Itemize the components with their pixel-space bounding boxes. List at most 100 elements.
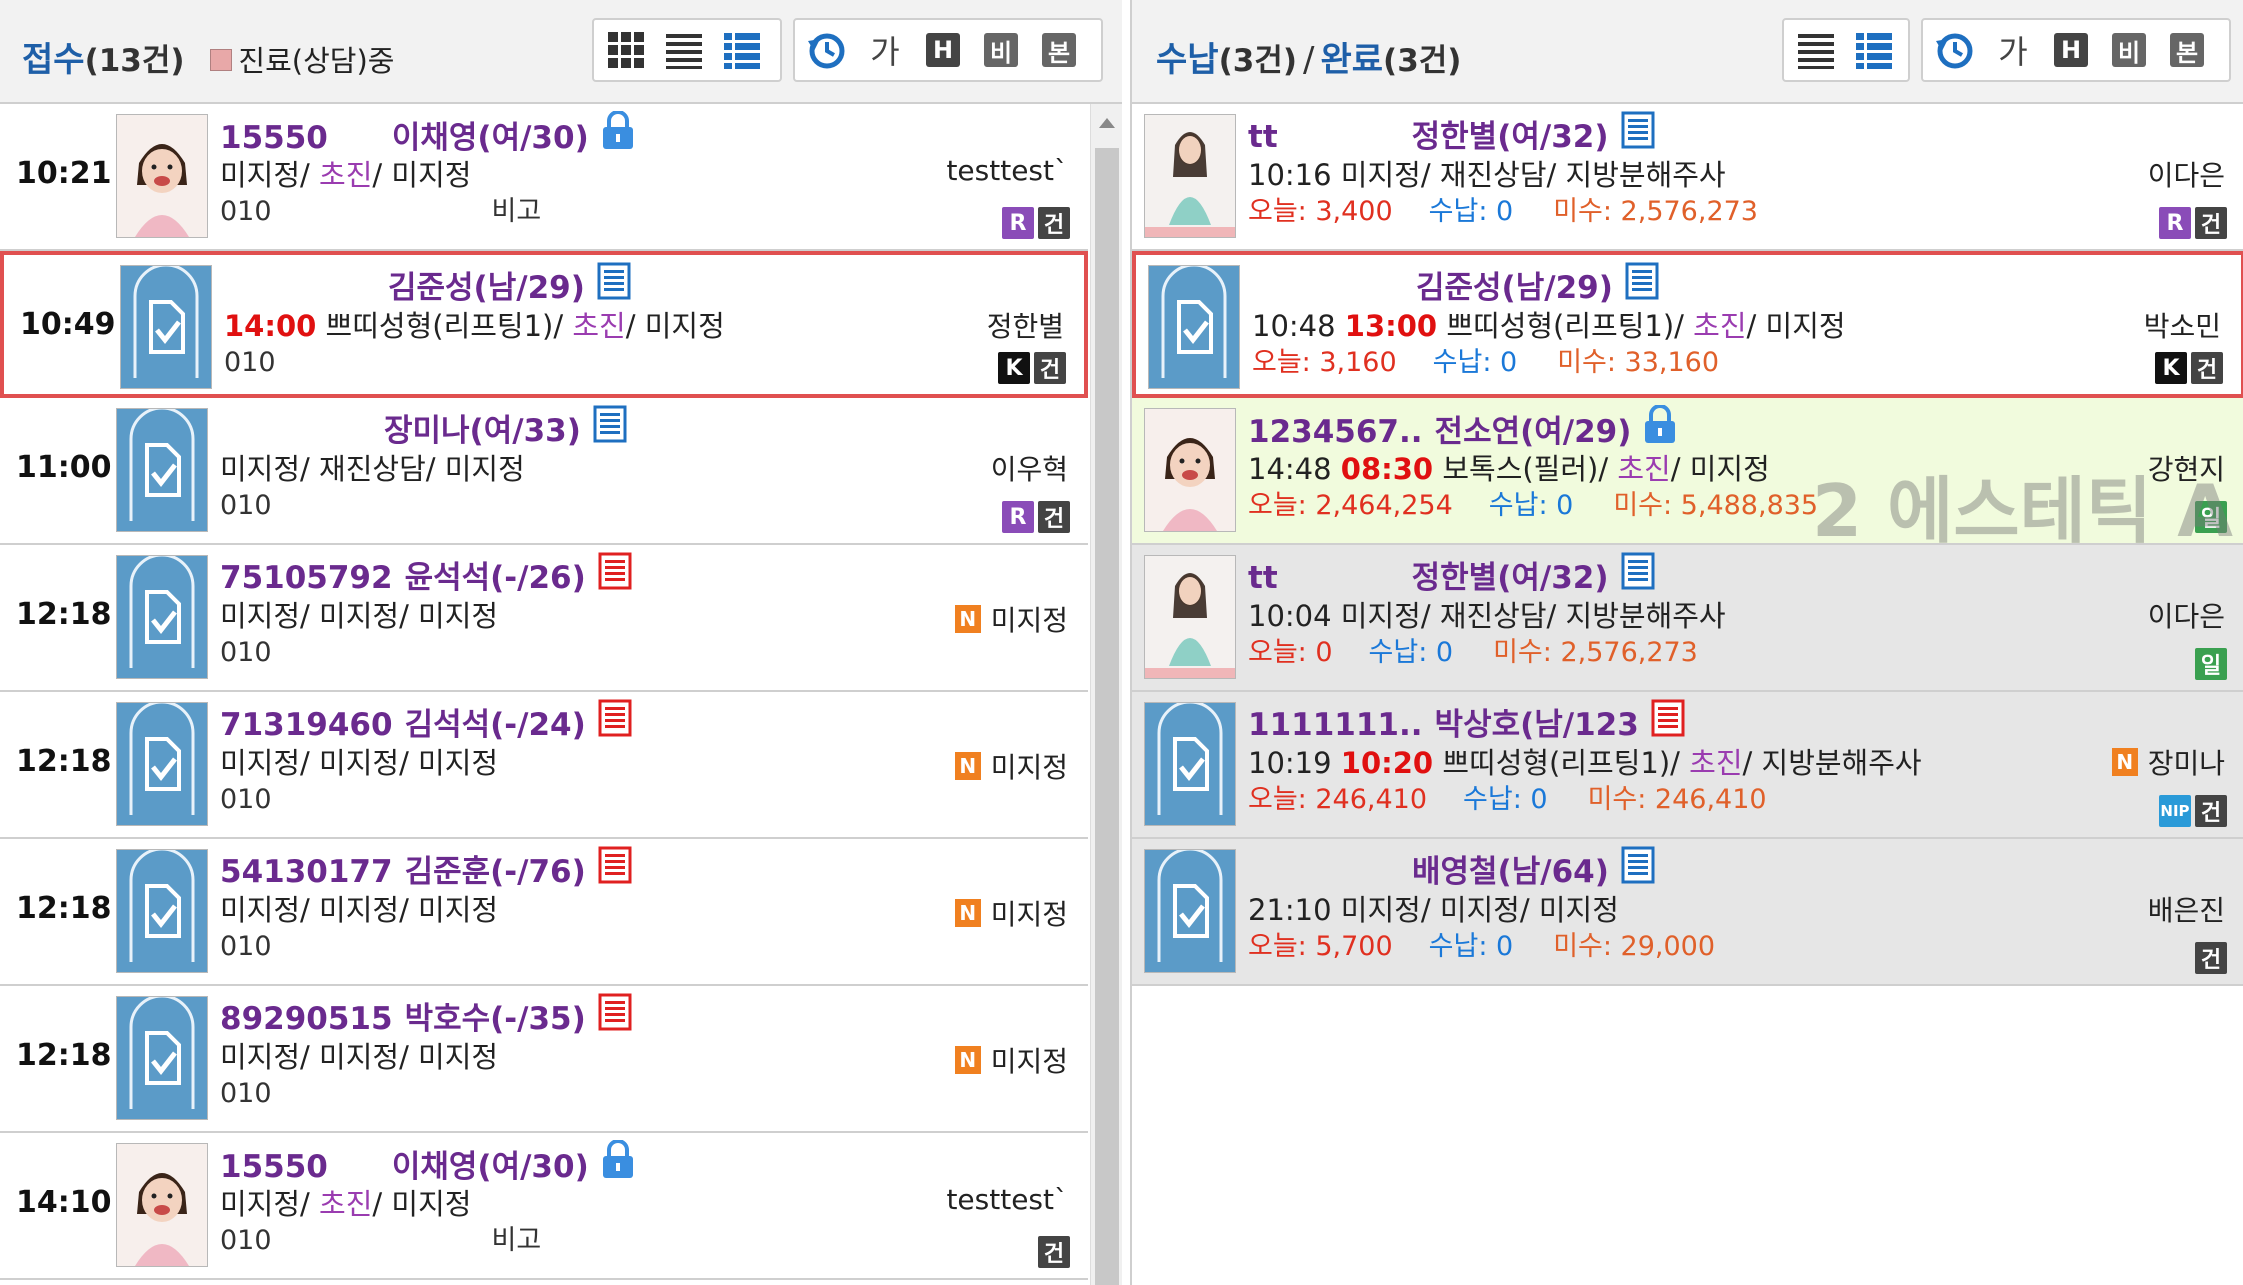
default-document-avatar-icon: [121, 266, 211, 388]
patient-avatar[interactable]: [116, 996, 208, 1120]
patient-avatar[interactable]: [1148, 265, 1240, 389]
reception-row[interactable]: 12:18 71319460 김석석(-/24) 미지정/ 미지정/ 미지정 010 N 미…: [0, 692, 1088, 839]
kakao-badge[interactable]: K: [2155, 352, 2187, 384]
row-content: 1111111.. 박상호(남/123 10:19 10:20 쁘띠성형(리프팅1)…: [1248, 699, 1922, 818]
row-content: 1234567.. 전소연(여/29) 14:48 08:30 보톡스(필러)/ 초…: [1248, 404, 1818, 524]
gun-badge[interactable]: 건: [1038, 1236, 1070, 1268]
payment-row[interactable]: 김준성(남/29) 10:48 13:00 쁘띠성형(리프팅1)/ 초진/ 미지정…: [1132, 251, 2243, 398]
default-document-avatar-icon: [117, 850, 207, 972]
patient-avatar[interactable]: [116, 114, 208, 238]
contact-line: 010: [224, 345, 725, 381]
paid-amount: 수납: 0: [1368, 637, 1454, 668]
list-view-button[interactable]: [662, 28, 706, 72]
payment-list-view-button[interactable]: [1794, 28, 1838, 72]
reception-row[interactable]: 12:18 89290515 박호수(-/35) 미지정/ 미지정/ 미지정 010 N 미…: [0, 986, 1088, 1133]
complete-title-text[interactable]: 완료: [1320, 40, 1383, 80]
list-view-icon: [666, 34, 702, 69]
chart-number: 54130177: [220, 854, 393, 890]
row-content: tt 정한별(여/32) 10:16 미지정/ 재진상담/ 지방분해주사 오늘: 3,…: [1248, 111, 1758, 230]
il-badge[interactable]: 일: [2195, 648, 2227, 680]
reception-row[interactable]: 14:10 15550 이채영(여/30) 미지정/ 초진/ 미지정 010 비고 test…: [0, 1133, 1088, 1280]
patient-name-line[interactable]: 장미나(여/33): [220, 405, 627, 450]
payment-h-filter-button[interactable]: H: [2049, 28, 2093, 72]
patient-name-line[interactable]: 15550 이채영(여/30): [220, 110, 635, 156]
patient-avatar[interactable]: [116, 1143, 208, 1267]
r-badge[interactable]: R: [2159, 207, 2191, 239]
patient-name-line[interactable]: 54130177 김준훈(-/76): [220, 846, 632, 891]
patient-name-line[interactable]: 김준성(남/29): [224, 262, 725, 307]
nip-badge[interactable]: NIP: [2159, 795, 2191, 827]
patient-name-line[interactable]: 71319460 김석석(-/24): [220, 699, 632, 744]
patient-name-line[interactable]: 15550 이채영(여/30): [220, 1139, 635, 1185]
payment-row[interactable]: 1111111.. 박상호(남/123 10:19 10:20 쁘띠성형(리프팅1)…: [1132, 692, 2243, 839]
reception-time: 10:21: [16, 156, 112, 191]
patient-name-line[interactable]: tt 정한별(여/32): [1248, 111, 1758, 156]
patient-avatar[interactable]: [1144, 555, 1236, 679]
patient-avatar[interactable]: [116, 555, 208, 679]
payment-row[interactable]: 배영철(남/64) 21:10 미지정/ 미지정/ 미지정 오늘: 5,700 수납:…: [1132, 839, 2243, 986]
reception-row[interactable]: 12:18 54130177 김준훈(-/76) 미지정/ 미지정/ 미지정 010 N 미…: [0, 839, 1088, 986]
reception-scrollbar[interactable]: [1090, 104, 1122, 1285]
gun-badge[interactable]: 건: [1038, 501, 1070, 533]
patient-name-line[interactable]: 1111111.. 박상호(남/123: [1248, 699, 1922, 744]
payment-refresh-button[interactable]: [1933, 28, 1977, 72]
reception-row[interactable]: 10:49 김준성(남/29) 14:00 쁘띠성형(리프팅1)/ 초진/ 미지정 0…: [0, 251, 1088, 398]
gun-badge[interactable]: 건: [2195, 207, 2227, 239]
m-filter-button[interactable]: 본: [1037, 28, 1081, 72]
scroll-thumb[interactable]: [1095, 148, 1119, 1285]
amount-line: 오늘: 3,400 수납: 0 미수: 2,576,273: [1248, 194, 1758, 230]
reception-row[interactable]: 11:00 장미나(여/33) 미지정/ 재진상담/ 미지정 010 이우혁 R 건: [0, 398, 1088, 545]
patient-name: 이채영(여/30): [391, 120, 589, 156]
b-filter-button[interactable]: 비: [979, 28, 1023, 72]
row-badges: 건: [2195, 942, 2227, 974]
r-badge[interactable]: R: [1002, 501, 1034, 533]
r-badge[interactable]: R: [1002, 207, 1034, 239]
reception-row[interactable]: 12:18 75105792 윤석석(-/26) 미지정/ 미지정/ 미지정 010 N 미…: [0, 545, 1088, 692]
patient-avatar[interactable]: [120, 265, 212, 389]
patient-name: 김석석(-/24): [404, 707, 586, 743]
detail-view-button[interactable]: [720, 28, 764, 72]
row-badges: K건: [998, 352, 1066, 384]
patient-name-line[interactable]: tt 정한별(여/32): [1248, 552, 1726, 597]
payment-b-filter-button[interactable]: 비: [2107, 28, 2151, 72]
gun-badge[interactable]: 건: [1038, 207, 1070, 239]
staff-name: 박소민: [2143, 310, 2221, 343]
payment-row[interactable]: tt 정한별(여/32) 10:04 미지정/ 재진상담/ 지방분해주사 오늘: 0 수…: [1132, 545, 2243, 692]
kakao-badge[interactable]: K: [998, 352, 1030, 384]
patient-name-line[interactable]: 김준성(남/29): [1252, 262, 1846, 307]
gun-badge[interactable]: 건: [2195, 795, 2227, 827]
gun-badge[interactable]: 건: [2195, 942, 2227, 974]
today-amount: 오늘: 5,700: [1248, 931, 1393, 962]
patient-avatar[interactable]: [1144, 114, 1236, 238]
grid-view-button[interactable]: [604, 28, 648, 72]
patient-name: 장미나(여/33): [384, 413, 581, 449]
payment-detail-view-button[interactable]: [1852, 28, 1896, 72]
patient-avatar[interactable]: [116, 702, 208, 826]
font-size-button[interactable]: 가: [863, 28, 907, 72]
patient-name-line[interactable]: 배영철(남/64): [1248, 846, 1715, 891]
patient-name-line[interactable]: 1234567.. 전소연(여/29): [1248, 404, 1818, 450]
visit-info: 10:04 미지정/ 재진상담/ 지방분해주사: [1248, 599, 1726, 633]
reception-row[interactable]: 10:21 15550 이채영(여/30) 미지정/ 초진/ 미지정 010 비고 test…: [0, 104, 1088, 251]
patient-avatar[interactable]: [1144, 702, 1236, 826]
h-filter-button[interactable]: H: [921, 28, 965, 72]
refresh-button[interactable]: [805, 28, 849, 72]
payment-font-size-button[interactable]: 가: [1991, 28, 2035, 72]
gun-badge[interactable]: 건: [1034, 352, 1066, 384]
patient-avatar[interactable]: [116, 408, 208, 532]
payment-row[interactable]: 1234567.. 전소연(여/29) 14:48 08:30 보톡스(필러)/ 초…: [1132, 398, 2243, 553]
appointment-time: 10:20: [1340, 746, 1434, 780]
patient-avatar[interactable]: [1144, 849, 1236, 973]
patient-name-line[interactable]: 89290515 박호수(-/35): [220, 993, 632, 1038]
payment-title-text[interactable]: 수납: [1156, 40, 1219, 80]
payment-m-filter-button[interactable]: 본: [2165, 28, 2209, 72]
gun-badge[interactable]: 건: [2191, 352, 2223, 384]
patient-avatar[interactable]: [1144, 408, 1236, 532]
patient-photo-icon: [117, 115, 207, 237]
patient-name-line[interactable]: 75105792 윤석석(-/26): [220, 552, 632, 597]
patient-avatar[interactable]: [116, 849, 208, 973]
scroll-up-arrow-icon[interactable]: [1099, 118, 1115, 128]
visit-info: 미지정/ 초진/ 미지정: [220, 158, 472, 192]
contact-line: 010: [220, 488, 627, 524]
payment-row[interactable]: tt 정한별(여/32) 10:16 미지정/ 재진상담/ 지방분해주사 오늘: 3,…: [1132, 104, 2243, 251]
